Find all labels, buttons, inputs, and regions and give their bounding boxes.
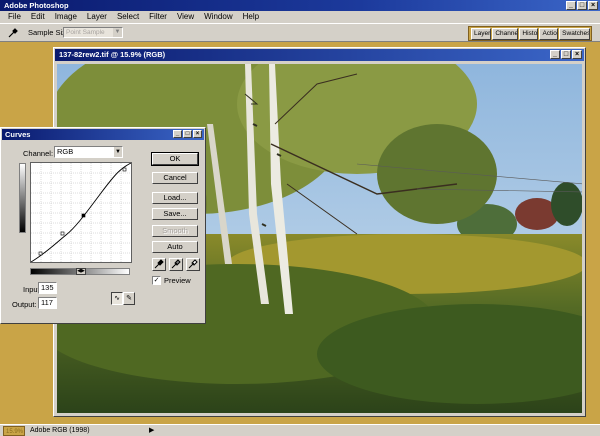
zoom-field[interactable]: 15.9% (3, 426, 25, 436)
minimize-button[interactable]: _ (566, 1, 576, 10)
status-menu-arrow-icon[interactable]: ▶ (149, 425, 154, 436)
white-eyedropper-icon[interactable] (186, 258, 200, 271)
close-button[interactable]: × (588, 1, 598, 10)
sample-size-select[interactable]: Point Sample ▼ (63, 27, 123, 38)
tab-history[interactable]: Histo (519, 28, 539, 40)
curves-minimize-button[interactable]: _ (173, 130, 182, 138)
load-button[interactable]: Load... (152, 192, 198, 204)
curve-point[interactable] (38, 251, 43, 256)
preview-label: Preview (164, 276, 191, 285)
ok-button[interactable]: OK (151, 152, 199, 166)
curves-close-button[interactable]: × (193, 130, 202, 138)
menu-image[interactable]: Image (50, 11, 82, 23)
tab-channels[interactable]: Channe (492, 28, 519, 40)
curve-point[interactable] (60, 231, 65, 236)
doc-close-button[interactable]: × (572, 50, 582, 59)
doc-minimize-button[interactable]: _ (550, 50, 560, 59)
menu-window[interactable]: Window (199, 11, 237, 23)
preview-checkbox-row[interactable]: ✓ Preview (152, 276, 191, 285)
curve-tool-icon[interactable]: ∿ (111, 292, 123, 305)
menu-help[interactable]: Help (238, 11, 264, 23)
app-title: Adobe Photoshop (4, 1, 69, 10)
black-eyedropper-icon[interactable] (152, 258, 166, 271)
status-bar: 15.9% Adobe RGB (1998) ▶ (0, 424, 600, 436)
color-profile-text: Adobe RGB (1998) (30, 427, 90, 434)
preview-checkbox[interactable]: ✓ (152, 276, 161, 285)
document-window-controls: _ □ × (550, 50, 582, 59)
channel-value: RGB (57, 147, 74, 156)
save-button[interactable]: Save... (152, 208, 198, 220)
sample-size-value: Point Sample (66, 29, 105, 36)
auto-button[interactable]: Auto (152, 241, 198, 253)
curve-point[interactable] (122, 167, 127, 172)
eyedropper-group (152, 258, 200, 271)
output-gradient-bar (19, 163, 26, 233)
tab-swatches[interactable]: Swatches (559, 28, 590, 40)
tab-layers[interactable]: Layer (471, 28, 492, 40)
app-window-controls: _ □ × (566, 1, 598, 10)
channel-select[interactable]: RGB ▼ (54, 146, 123, 158)
curve-grid (30, 162, 132, 263)
menu-select[interactable]: Select (112, 11, 144, 23)
curves-maximize-button[interactable]: □ (183, 130, 192, 138)
menu-layer[interactable]: Layer (82, 11, 112, 23)
tab-actions[interactable]: Actio (539, 28, 559, 40)
pencil-icon[interactable]: ✎ (123, 292, 135, 305)
chevron-down-icon: ▼ (114, 147, 122, 157)
output-field[interactable]: 117 (38, 297, 57, 309)
palette-well: Layer Channe Histo Actio Swatches (468, 26, 592, 41)
menu-bar: File Edit Image Layer Select Filter View… (0, 11, 600, 23)
curves-title: Curves (5, 130, 31, 139)
smooth-button[interactable]: Smooth (152, 225, 198, 237)
curve-graph[interactable] (30, 162, 132, 263)
app-title-bar[interactable]: Adobe Photoshop _ □ × (0, 0, 600, 11)
menu-file[interactable]: File (3, 11, 26, 23)
options-bar: Sample Size: Point Sample ▼ Layer Channe… (0, 23, 600, 42)
document-title-bar[interactable]: 137-82rew2.tif @ 15.9% (RGB) _ □ × (55, 49, 584, 61)
input-field[interactable]: 135 (38, 282, 57, 294)
curve-mode-toggle: ∿ ✎ (111, 292, 136, 305)
curves-window-controls: _ □ × (173, 130, 202, 138)
gray-eyedropper-icon[interactable] (169, 258, 183, 271)
menu-edit[interactable]: Edit (26, 11, 50, 23)
maximize-button[interactable]: □ (577, 1, 587, 10)
output-label: Output: (12, 300, 37, 309)
curves-title-bar[interactable]: Curves _ □ × (2, 129, 204, 140)
menu-filter[interactable]: Filter (144, 11, 172, 23)
cancel-button[interactable]: Cancel (152, 172, 198, 184)
channel-label: Channel: (23, 149, 54, 158)
document-title: 137-82rew2.tif @ 15.9% (RGB) (59, 50, 166, 59)
gradient-toggle-icon[interactable]: ◀▶ (76, 268, 86, 275)
doc-maximize-button[interactable]: □ (561, 50, 571, 59)
eyedropper-icon[interactable] (7, 27, 19, 39)
menu-view[interactable]: View (172, 11, 199, 23)
curve-point-selected[interactable] (81, 213, 86, 218)
curves-dialog: Curves _ □ × Channel: RGB ▼ ◀▶ Input: 13… (0, 127, 206, 324)
chevron-down-icon: ▼ (113, 28, 122, 37)
